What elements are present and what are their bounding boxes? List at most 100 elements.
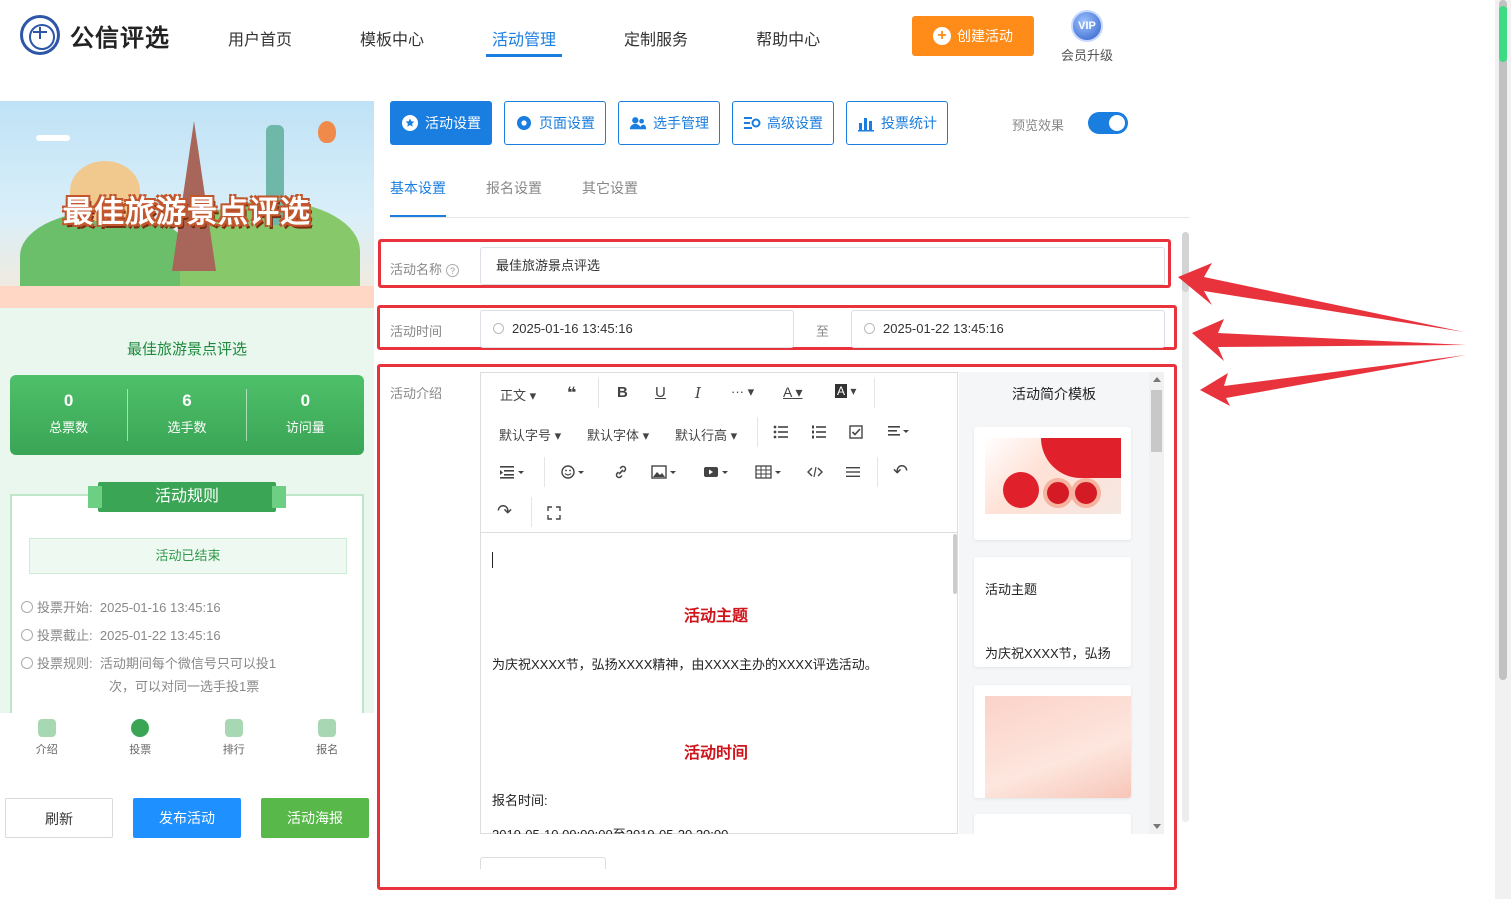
rank-icon [224, 719, 243, 737]
font-size-select[interactable]: 默认字号 ▾ [499, 425, 561, 444]
bar-chart-icon [857, 114, 875, 132]
contestant-manage-button[interactable]: 选手管理 [618, 101, 720, 145]
publish-button[interactable]: 发布活动 [133, 798, 241, 838]
preview-toggle[interactable] [1088, 112, 1128, 134]
stats-panel: 0 总票数 6 选手数 0 访问量 [10, 375, 364, 455]
help-icon[interactable]: ? [446, 264, 460, 277]
stat-label: 访问量 [285, 420, 325, 435]
stat-contestants: 6 选手数 [128, 389, 247, 441]
divider-icon[interactable] [845, 465, 861, 482]
image-icon[interactable] [651, 465, 679, 482]
bold-button[interactable]: B [617, 384, 628, 401]
template-card[interactable] [974, 427, 1131, 540]
activity-name-input[interactable]: 最佳旅游景点评选 [480, 247, 1165, 285]
stat-value: 6 [182, 391, 192, 410]
activity-name-label: 活动名称? [390, 259, 460, 278]
undo-icon[interactable]: ↶ [893, 461, 908, 482]
clock-icon [21, 601, 33, 613]
preview-actions: 刷新 发布活动 活动海报 [5, 798, 389, 838]
vip-icon: VIP [1071, 10, 1103, 42]
page-scrollbar[interactable] [1495, 0, 1511, 899]
vote-statistics-button[interactable]: 投票统计 [846, 101, 948, 145]
page-settings-button[interactable]: 页面设置 [504, 101, 606, 145]
activity-settings-button[interactable]: 活动设置 [390, 101, 492, 145]
vote-start-line: 投票开始: 2025-01-16 13:45:16 [21, 596, 221, 619]
indent-icon[interactable] [499, 465, 525, 482]
nav-item-custom-service[interactable]: 定制服务 [624, 26, 688, 58]
line-height-select[interactable]: 默认行高 ▾ [675, 425, 737, 444]
link-icon[interactable] [613, 465, 629, 482]
template-card[interactable] [974, 685, 1131, 798]
scroll-up-icon[interactable] [1153, 377, 1161, 382]
vip-upgrade-label: 会员升级 [1060, 48, 1113, 63]
signup-icon [318, 719, 337, 737]
logo-text: 公信评选 [70, 24, 170, 52]
vote-end-line: 投票截止: 2025-01-22 13:45:16 [21, 624, 221, 647]
advanced-icon [743, 114, 761, 132]
clock-icon [493, 323, 504, 334]
intro-icon [37, 719, 56, 737]
tab-basic-settings[interactable]: 基本设置 [390, 178, 446, 218]
editor-toolbar: 正文 ▾ ❝ B U I ··· ▾ A ▾ A ▾ 默认字号 ▾ 默认字体 ▾… [481, 373, 957, 533]
tab-other-settings[interactable]: 其它设置 [582, 178, 638, 218]
template-scrollbar[interactable] [1149, 372, 1164, 834]
tab-signup-settings[interactable]: 报名设置 [486, 178, 542, 218]
stat-value: 0 [63, 391, 74, 410]
mobile-preview: 最佳旅游景点评选 最佳旅游景点评选 0 总票数 6 选手数 0 访问量 活动规则… [0, 101, 374, 713]
fullscreen-icon[interactable] [547, 506, 561, 523]
settings-subtabs: 基本设置 报名设置 其它设置 [390, 178, 1190, 218]
main-nav: 用户首页 模板中心 活动管理 定制服务 帮助中心 [228, 26, 888, 58]
quote-icon[interactable]: ❝ [567, 383, 576, 403]
logo[interactable]: 公信评选 [20, 15, 170, 55]
info-icon [21, 657, 33, 669]
refresh-button[interactable]: 刷新 [5, 798, 113, 838]
font-family-select[interactable]: 默认字体 ▾ [587, 425, 649, 444]
preview-activity-name: 最佳旅游景点评选 [126, 341, 247, 358]
nav-item-templates[interactable]: 模板中心 [360, 26, 424, 58]
redo-icon[interactable]: ↷ [497, 501, 512, 522]
todo-checkbox-icon[interactable] [849, 425, 864, 442]
content-paragraph: 为庆祝XXXX节，弘扬XXXX精神，由XXXX主办的XXXX评选活动。 [492, 657, 878, 672]
numbered-list-icon[interactable] [811, 425, 827, 442]
poster-button[interactable]: 活动海报 [261, 798, 369, 838]
vip-upgrade[interactable]: VIP 会员升级 [1058, 10, 1116, 64]
arrow-icon [1200, 355, 1466, 406]
end-time-input[interactable]: 2025-01-22 13:45:16 [851, 310, 1165, 348]
tab-signup[interactable]: 报名 [281, 713, 375, 763]
paragraph-select[interactable]: 正文 ▾ [500, 385, 536, 404]
template-thumbnail [985, 696, 1131, 798]
nav-item-activity-manage[interactable]: 活动管理 [486, 26, 563, 58]
advanced-settings-button[interactable]: 高级设置 [732, 101, 834, 145]
tab-intro[interactable]: 介绍 [0, 713, 94, 763]
partial-input[interactable] [480, 857, 606, 869]
video-icon[interactable] [703, 465, 731, 482]
code-icon[interactable] [807, 465, 823, 482]
align-icon[interactable] [887, 425, 909, 442]
stat-visits: 0 访问量 [247, 389, 364, 441]
content-heading-time: 活动时间 [683, 745, 748, 762]
scale-logo-icon [20, 15, 60, 55]
template-card[interactable]: 活动主题 为庆祝XXXX节，弘扬 [974, 557, 1131, 667]
activity-intro-label: 活动介绍 [390, 386, 443, 401]
italic-button[interactable]: I [695, 384, 701, 402]
top-header: 公信评选 用户首页 模板中心 活动管理 定制服务 帮助中心 + 创建活动 VIP… [0, 0, 1495, 78]
more-format-button[interactable]: ··· ▾ [731, 384, 754, 400]
start-time-input[interactable]: 2025-01-16 13:45:16 [480, 310, 794, 348]
tab-rank[interactable]: 排行 [187, 713, 281, 763]
underline-button[interactable]: U [655, 384, 666, 401]
scroll-down-icon[interactable] [1153, 824, 1161, 829]
editor-content[interactable]: 活动主题 为庆祝XXXX节，弘扬XXXX精神，由XXXX主办的XXXX评选活动。… [481, 534, 951, 834]
content-heading-theme: 活动主题 [683, 608, 748, 625]
nav-item-home[interactable]: 用户首页 [228, 26, 292, 58]
bullet-list-icon[interactable] [773, 425, 789, 442]
create-activity-button[interactable]: + 创建活动 [912, 16, 1034, 56]
rich-text-editor: 正文 ▾ ❝ B U I ··· ▾ A ▾ A ▾ 默认字号 ▾ 默认字体 ▾… [480, 372, 958, 834]
template-card[interactable] [974, 814, 1131, 834]
table-icon[interactable] [755, 465, 783, 482]
font-color-button[interactable]: A ▾ [783, 384, 803, 401]
tab-vote[interactable]: 投票 [94, 713, 188, 763]
emoji-icon[interactable] [561, 465, 587, 482]
bg-color-button[interactable]: A ▾ [835, 384, 856, 398]
nav-item-help[interactable]: 帮助中心 [756, 26, 820, 58]
editor-scrollbar[interactable] [953, 534, 957, 594]
